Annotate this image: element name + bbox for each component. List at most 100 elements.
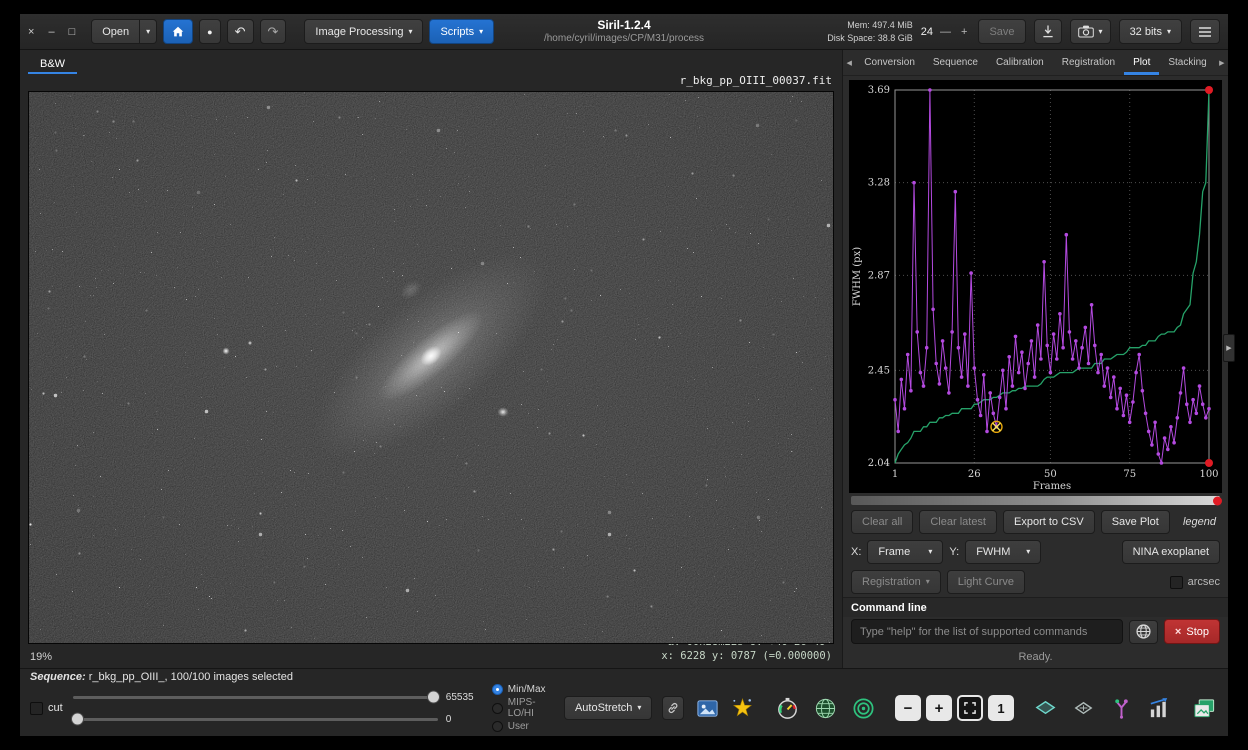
image-processing-menu-button[interactable]: Image Processing▾ <box>304 19 423 44</box>
siril-window: × – □ Open ▾ ● ↶ ↷ Image Processing▾ Scr… <box>20 14 1228 736</box>
export-csv-button[interactable]: Export to CSV <box>1003 510 1095 534</box>
command-help-button[interactable] <box>1129 620 1158 644</box>
tab-plot[interactable]: Plot <box>1124 50 1159 75</box>
sequence-info: Sequence: r_bkg_pp_OIII_, 100/100 images… <box>30 671 1218 684</box>
display-mode-radios: Min/Max MIPS-LO/HI User <box>492 684 554 732</box>
statistics-chart-icon <box>1147 696 1172 721</box>
tabs-scroll-left-icon[interactable]: ◀ <box>843 50 855 75</box>
autostretch-select[interactable]: AutoStretch ▾ <box>564 696 653 720</box>
zoom-100-button[interactable]: 1 <box>988 695 1014 721</box>
zoom-100-icon: 1 <box>997 701 1004 716</box>
open-button[interactable]: Open <box>91 19 140 44</box>
tab-stacking[interactable]: Stacking <box>1159 50 1215 75</box>
registration-select[interactable]: Registration▾ <box>851 570 941 594</box>
chevron-down-icon: ▾ <box>408 28 412 36</box>
light-curve-button[interactable]: Light Curve <box>947 570 1025 594</box>
zoom-in-button[interactable]: + <box>926 695 952 721</box>
clear-latest-button[interactable]: Clear latest <box>919 510 997 534</box>
plot-range-slider[interactable] <box>851 496 1220 505</box>
svg-text:100: 100 <box>1199 469 1218 480</box>
tab-bw[interactable]: B&W <box>28 55 77 74</box>
scripts-menu-button[interactable]: Scripts▾ <box>429 19 494 44</box>
pixel-coordinates: x: 6228 y: 0787 (=0.000000) <box>661 649 832 663</box>
panel-collapse-handle[interactable]: ▶ <box>1223 334 1235 362</box>
grid-gray-button[interactable] <box>1070 695 1097 722</box>
tab-conversion[interactable]: Conversion <box>855 50 924 75</box>
save-button[interactable]: Save <box>978 19 1025 44</box>
command-input[interactable] <box>851 619 1123 644</box>
sequence-label: Sequence: <box>30 671 86 683</box>
spin-minus-button[interactable]: — <box>937 26 954 38</box>
cut-checkbox[interactable] <box>30 702 43 715</box>
spin-plus-button[interactable]: + <box>958 26 970 38</box>
fwhm-plot[interactable]: 2.042.452.873.283.691265075100FramesFWHM… <box>849 80 1222 493</box>
legend-link[interactable]: legend <box>1183 516 1220 528</box>
grid-teal-button[interactable] <box>1032 695 1059 722</box>
home-button[interactable] <box>163 19 193 44</box>
annotate-globe-button[interactable] <box>812 695 839 722</box>
slider-handle-red[interactable] <box>1213 496 1222 505</box>
radio-mips[interactable] <box>492 703 503 714</box>
open-split-button: Open ▾ <box>91 19 157 44</box>
window-title-block: Siril-1.2.4 /home/cyril/images/CP/M31/pr… <box>544 18 704 44</box>
low-slider-handle[interactable] <box>71 713 84 726</box>
tabs-scroll-right-icon[interactable]: ▶ <box>1216 50 1228 75</box>
frame-stack-button[interactable] <box>1191 695 1218 722</box>
screenshot-button[interactable]: ▾ <box>1070 19 1111 44</box>
high-level-slider[interactable] <box>73 696 438 699</box>
statistics-button[interactable] <box>1146 695 1173 722</box>
star-icon <box>730 696 755 721</box>
zoom-fit-button[interactable] <box>957 695 983 721</box>
low-level-slider[interactable] <box>73 718 438 721</box>
svg-text:Frames: Frames <box>1033 481 1071 492</box>
svg-text:FWHM (px): FWHM (px) <box>852 247 863 306</box>
snapshot-save-button[interactable] <box>1034 19 1062 44</box>
record-icon: ● <box>207 27 212 37</box>
high-slider-handle[interactable] <box>427 691 440 704</box>
tab-sequence[interactable]: Sequence <box>924 50 987 75</box>
save-plot-button[interactable]: Save Plot <box>1101 510 1170 534</box>
hamburger-menu-button[interactable] <box>1190 19 1220 44</box>
autostretch-label: AutoStretch <box>575 702 632 714</box>
clear-all-button[interactable]: Clear all <box>851 510 913 534</box>
nina-exoplanet-button[interactable]: NINA exoplanet <box>1122 540 1220 564</box>
record-button[interactable]: ● <box>199 19 220 44</box>
fork-marker-icon <box>1109 696 1134 721</box>
zoom-in-icon: + <box>935 700 944 717</box>
frame-stack-icon <box>1192 696 1217 721</box>
right-panel: ◀ Conversion Sequence Calibration Regist… <box>842 50 1228 668</box>
star-detection-button[interactable] <box>729 695 756 722</box>
photometry-button[interactable] <box>850 695 877 722</box>
minimize-window-icon[interactable]: – <box>48 26 54 38</box>
image-pane: B&W r_bkg_pp_OIII_00037.fit 19% <box>20 50 842 668</box>
arcsec-checkbox[interactable] <box>1170 576 1183 589</box>
window-controls: × – □ <box>28 26 75 38</box>
chevron-down-icon: ▾ <box>637 704 641 712</box>
undo-button[interactable]: ↶ <box>227 19 254 44</box>
radio-minmax[interactable] <box>492 684 503 695</box>
tab-calibration[interactable]: Calibration <box>987 50 1053 75</box>
radio-user[interactable] <box>492 721 503 732</box>
low-level-value: 0 <box>446 714 482 725</box>
maximize-window-icon[interactable]: □ <box>69 26 76 38</box>
globe-green-icon <box>813 696 838 721</box>
channel-link-button[interactable] <box>662 696 684 720</box>
header-bar: × – □ Open ▾ ● ↶ ↷ Image Processing▾ Scr… <box>20 14 1228 50</box>
image-display-button[interactable] <box>694 695 721 722</box>
tab-registration[interactable]: Registration <box>1053 50 1124 75</box>
open-dropdown-button[interactable]: ▾ <box>140 19 157 44</box>
fork-marker-button[interactable] <box>1108 695 1135 722</box>
x-axis-select[interactable]: Frame▾ <box>867 540 943 564</box>
stop-button[interactable]: × Stop <box>1164 619 1220 644</box>
image-canvas[interactable] <box>28 91 834 644</box>
zoom-out-button[interactable]: − <box>895 695 921 721</box>
redo-button[interactable]: ↷ <box>260 19 287 44</box>
chevron-down-icon: ▾ <box>926 578 930 586</box>
svg-text:50: 50 <box>1044 469 1057 480</box>
close-window-icon[interactable]: × <box>28 26 34 38</box>
gauge-button[interactable] <box>774 695 801 722</box>
redo-icon: ↷ <box>268 24 279 40</box>
y-axis-select[interactable]: FWHM▾ <box>965 540 1041 564</box>
bit-depth-button[interactable]: 32 bits▾ <box>1119 19 1182 44</box>
chevron-down-icon: ▾ <box>1099 28 1103 36</box>
